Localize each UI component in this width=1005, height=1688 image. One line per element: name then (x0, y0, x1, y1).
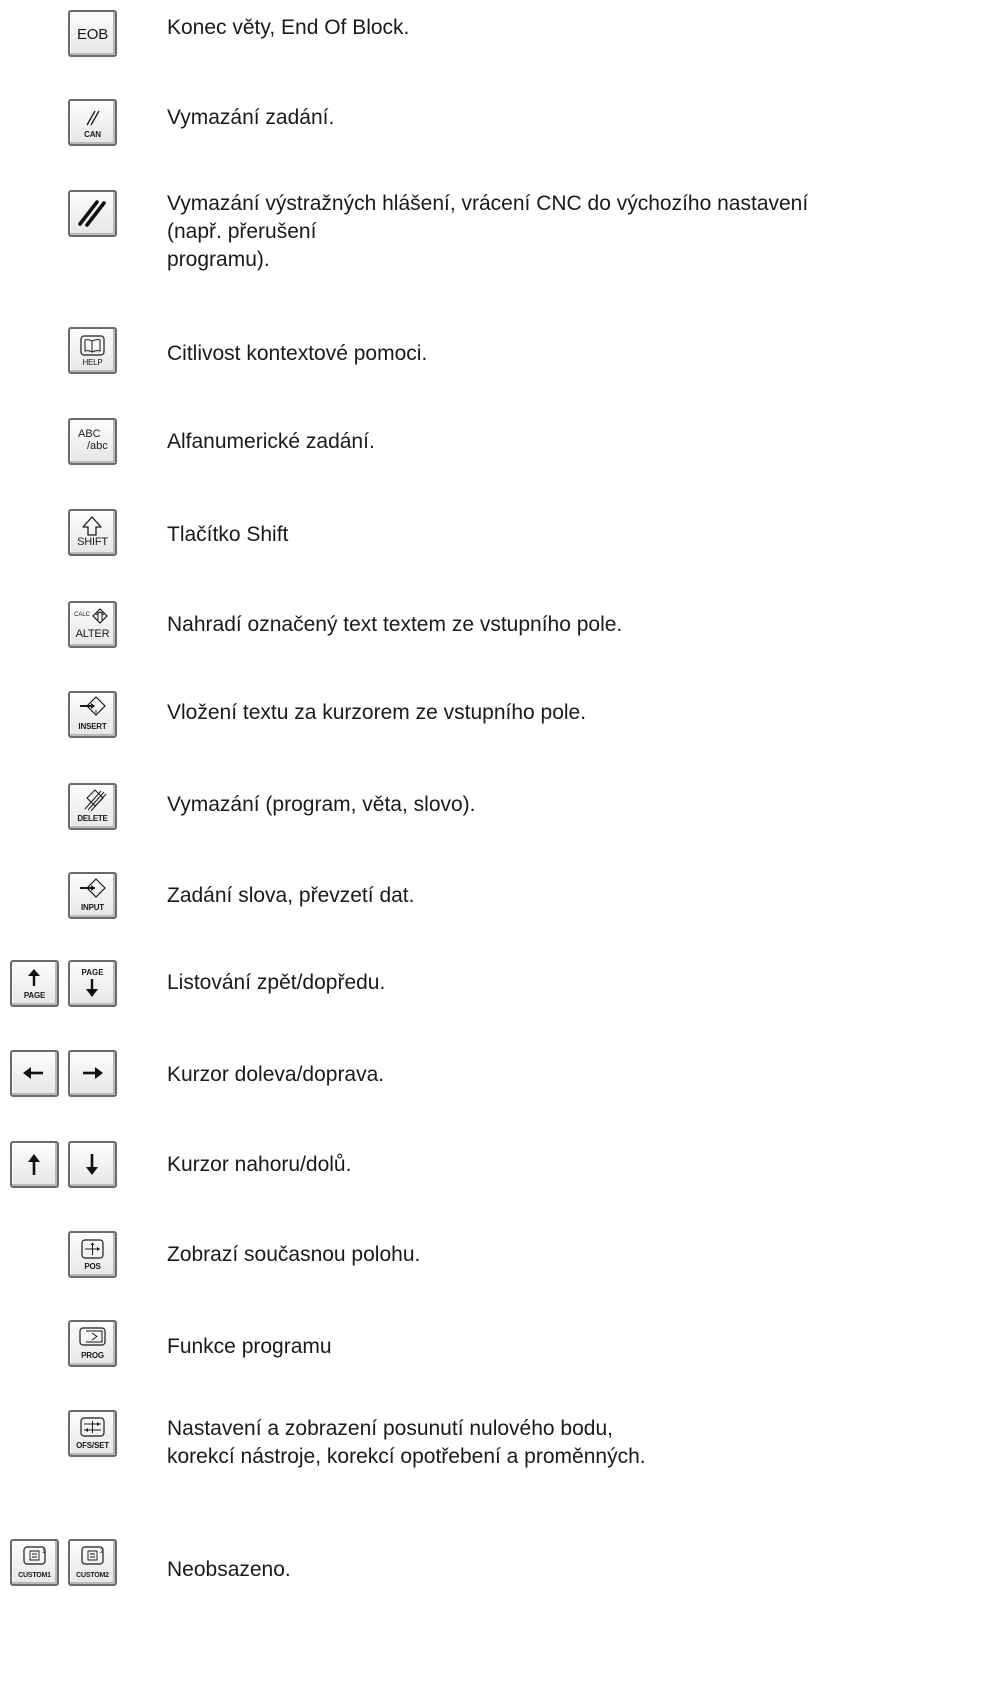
help-key[interactable]: HELP (68, 327, 117, 374)
input-key-label: INPUT (80, 903, 104, 912)
insert-key[interactable]: INSERT (68, 691, 117, 738)
left-arrow-icon (23, 1067, 43, 1079)
reset-key[interactable] (68, 190, 117, 237)
prog-key[interactable]: PROG (68, 1320, 117, 1367)
delete-key[interactable]: DELETE (68, 783, 117, 830)
page-down-arrow-icon (86, 979, 98, 997)
custom1-key-label: CUSTOM1 (18, 1572, 51, 1579)
up-down-description: Kurzor nahoru/dolů. (167, 1153, 352, 1176)
prog-description: Funkce programu (167, 1335, 332, 1358)
can-description: Vymazání zadání. (167, 106, 335, 129)
pos-key[interactable]: POS (68, 1231, 117, 1278)
delete-key-label: DELETE (77, 814, 108, 823)
ofs-set-key-label: OFS/SET (76, 1441, 109, 1450)
input-description: Zadání slova, převzetí dat. (167, 884, 415, 907)
delete-description: Vymazání (program, věta, slovo). (167, 793, 476, 816)
shift-key[interactable]: SHIFT (68, 509, 117, 556)
reset-double-slash-icon (78, 200, 106, 227)
input-key[interactable]: INPUT (68, 872, 117, 919)
custom-description: Neobsazeno. (167, 1558, 291, 1581)
alter-description: Nahradí označený text textem ze vstupníh… (167, 613, 623, 636)
custom-icon: 1 CUSTOM1 2 CUSTOM2 (10, 1539, 117, 1586)
abc-key[interactable]: ABC /abc (68, 418, 117, 465)
left-right-description: Kurzor doleva/doprava. (167, 1063, 385, 1086)
can-key[interactable]: CAN (68, 99, 117, 146)
page-down-key[interactable]: PAGE (68, 960, 117, 1007)
custom1-key[interactable]: 1 CUSTOM1 (10, 1539, 59, 1586)
up-arrow-icon (28, 1154, 40, 1175)
abc-description: Alfanumerické zadání. (167, 430, 375, 453)
alter-key[interactable]: CALC ALTER (68, 601, 117, 648)
pos-key-label: POS (84, 1262, 101, 1271)
ofs-set-description: Nastavení a zobrazení posunutí nulového … (167, 1417, 646, 1468)
right-arrow-icon (83, 1067, 103, 1079)
reset-description: Vymazání výstražných hlášení, vrácení CN… (167, 192, 809, 271)
abc-upper-label: ABC (78, 428, 101, 440)
up-down-arrows-icon (10, 1141, 117, 1188)
help-description: Citlivost kontextové pomoci. (167, 342, 428, 365)
help-key-label: HELP (82, 358, 103, 367)
custom2-key[interactable]: 2 CUSTOM2 (68, 1539, 117, 1586)
page-arrows-icon: PAGE PAGE (10, 960, 117, 1007)
insert-description: Vložení textu za kurzorem ze vstupního p… (167, 701, 587, 724)
page-description: Listování zpět/dopředu. (167, 971, 386, 994)
cursor-left-key[interactable] (10, 1050, 59, 1097)
eob-key-label: EOB (76, 26, 109, 43)
page-up-key-label: PAGE (23, 991, 46, 1000)
insert-key-label: INSERT (78, 722, 107, 731)
pos-description: Zobrazí současnou polohu. (167, 1243, 421, 1266)
abc-lower-label: /abc (87, 440, 108, 452)
eob-description: Konec věty, End Of Block. (167, 16, 410, 39)
ofs-set-key[interactable]: OFS/SET (68, 1410, 117, 1457)
shift-key-label: SHIFT (77, 536, 108, 548)
prog-key-label: PROG (81, 1351, 104, 1360)
left-right-arrows-icon (10, 1050, 117, 1097)
eob-key[interactable]: EOB (68, 10, 117, 57)
custom2-key-label: CUSTOM2 (76, 1572, 109, 1579)
cursor-up-key[interactable] (10, 1141, 59, 1188)
cursor-right-key[interactable] (68, 1050, 117, 1097)
alter-key-label: ALTER (75, 628, 110, 640)
cursor-down-key[interactable] (68, 1141, 117, 1188)
can-key-label: CAN (84, 130, 101, 139)
shift-description: Tlačítko Shift (167, 523, 289, 546)
down-arrow-icon (86, 1154, 98, 1175)
page-up-key[interactable]: PAGE (10, 960, 59, 1007)
